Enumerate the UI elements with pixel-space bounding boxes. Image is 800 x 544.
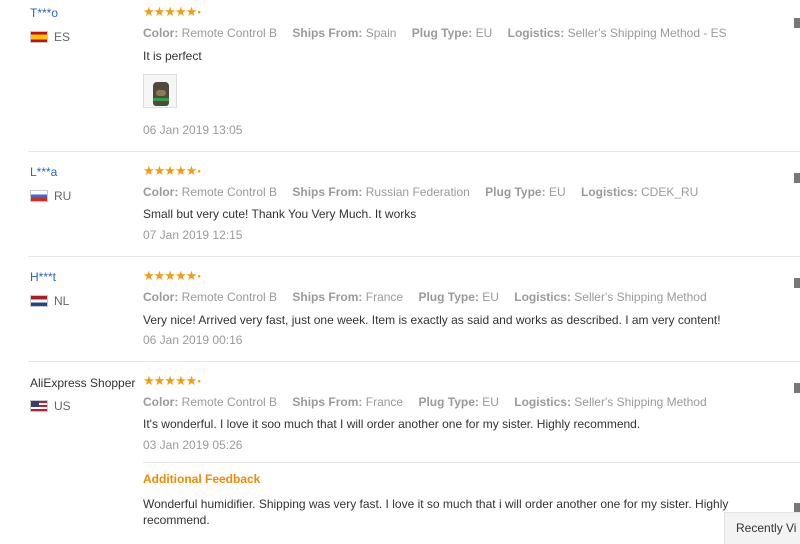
ships-from-label: Ships From: — [292, 290, 363, 304]
plug-type-label: Plug Type: — [411, 26, 473, 40]
review-user-name[interactable]: H***t — [30, 270, 56, 284]
spain-flag-icon — [30, 31, 48, 43]
review-item: H***t NL ★★★★★● Color: Remote Control B … — [0, 257, 800, 362]
usa-flag-icon — [30, 400, 48, 412]
helpful-icon[interactable] — [794, 383, 800, 393]
plug-type-value: EU — [482, 290, 499, 304]
review-user-country: RU — [30, 189, 71, 203]
product-image — [153, 82, 169, 106]
color-value: Remote Control B — [181, 395, 278, 409]
star-rating: ★★★★★● — [143, 163, 201, 178]
ships-from-label: Ships From: — [292, 395, 363, 409]
review-user-country: US — [30, 399, 71, 413]
review-date: 06 Jan 2019 00:16 — [143, 333, 243, 347]
color-label: Color: — [143, 185, 179, 199]
additional-feedback-text: Wonderful humidifier. Shipping was very … — [143, 497, 729, 527]
ships-from-value: France — [365, 395, 404, 409]
logistics-value: Seller's Shipping Method - ES — [567, 26, 727, 40]
logistics-value: CDEK_RU — [640, 185, 699, 199]
ships-from-label: Ships From: — [292, 185, 363, 199]
review-item: AliExpress Shopper US ★★★★★● Color: Remo… — [0, 362, 800, 540]
logistics-label: Logistics: — [514, 395, 571, 409]
review-attributes: Color: Remote Control B Ships From: Spai… — [143, 26, 727, 40]
russia-flag-icon — [30, 190, 48, 202]
logistics-label: Logistics: — [514, 290, 571, 304]
star-icon: ★★★★★ — [143, 268, 197, 283]
plug-type-value: EU — [475, 26, 493, 40]
review-user-country: ES — [30, 30, 70, 44]
review-text: It is perfect — [143, 49, 202, 63]
logistics-label: Logistics: — [507, 26, 565, 40]
country-code: NL — [54, 294, 70, 308]
ships-from-label: Ships From: — [292, 26, 363, 40]
star-icon: ★★★★★ — [143, 4, 197, 19]
plug-type-label: Plug Type: — [485, 185, 546, 199]
plug-type-value: EU — [482, 395, 499, 409]
review-text: It's wonderful. I love it soo much that … — [143, 417, 641, 431]
review-date: 07 Jan 2019 12:15 — [143, 228, 243, 242]
color-label: Color: — [143, 395, 179, 409]
color-value: Remote Control B — [181, 290, 278, 304]
review-attributes: Color: Remote Control B Ships From: Fran… — [143, 395, 707, 409]
star-icon: ★★★★★ — [143, 163, 197, 178]
color-value: Remote Control B — [181, 185, 278, 199]
review-item: T***o ES ★★★★★● Color: Remote Control B … — [0, 0, 800, 152]
additional-feedback-divider — [143, 462, 800, 463]
star-rating: ★★★★★● — [143, 4, 201, 19]
review-user-country: NL — [30, 294, 69, 308]
ships-from-value: France — [365, 290, 404, 304]
color-label: Color: — [143, 26, 179, 40]
ships-from-value: Spain — [365, 26, 397, 40]
review-date: 06 Jan 2019 13:05 — [143, 123, 243, 137]
country-code: RU — [54, 189, 72, 203]
review-item: L***a RU ★★★★★● Color: Remote Control B … — [0, 152, 800, 257]
plug-type-value: EU — [548, 185, 566, 199]
logistics-value: Seller's Shipping Method — [574, 290, 707, 304]
country-code: ES — [54, 30, 71, 44]
color-value: Remote Control B — [181, 26, 278, 40]
review-attributes: Color: Remote Control B Ships From: Russ… — [143, 185, 698, 199]
country-code: US — [54, 399, 71, 413]
star-rating: ★★★★★● — [143, 373, 201, 388]
recently-viewed-tab[interactable]: Recently Vi — [724, 512, 800, 544]
review-date: 03 Jan 2019 05:26 — [143, 438, 243, 452]
ships-from-value: Russian Federation — [365, 185, 470, 199]
review-user-name[interactable]: AliExpress Shopper — [30, 376, 135, 390]
review-text: Very nice! Arrived very fast, just one w… — [143, 313, 721, 327]
logistics-value: Seller's Shipping Method — [574, 395, 707, 409]
star-rating: ★★★★★● — [143, 268, 201, 283]
helpful-icon[interactable] — [794, 18, 800, 28]
review-text: Small but very cute! Thank You Very Much… — [143, 207, 417, 221]
review-user-name[interactable]: T***o — [30, 6, 58, 20]
review-attributes: Color: Remote Control B Ships From: Fran… — [143, 290, 707, 304]
plug-type-label: Plug Type: — [418, 290, 479, 304]
logistics-label: Logistics: — [580, 185, 638, 199]
helpful-icon[interactable] — [794, 173, 800, 183]
review-user-name[interactable]: L***a — [30, 165, 57, 179]
star-icon: ★★★★★ — [143, 373, 197, 388]
color-label: Color: — [143, 290, 179, 304]
review-photo[interactable] — [143, 74, 177, 108]
plug-type-label: Plug Type: — [418, 395, 479, 409]
additional-feedback-title: Additional Feedback — [143, 472, 261, 486]
netherlands-flag-icon — [30, 295, 48, 307]
helpful-icon[interactable] — [794, 278, 800, 288]
